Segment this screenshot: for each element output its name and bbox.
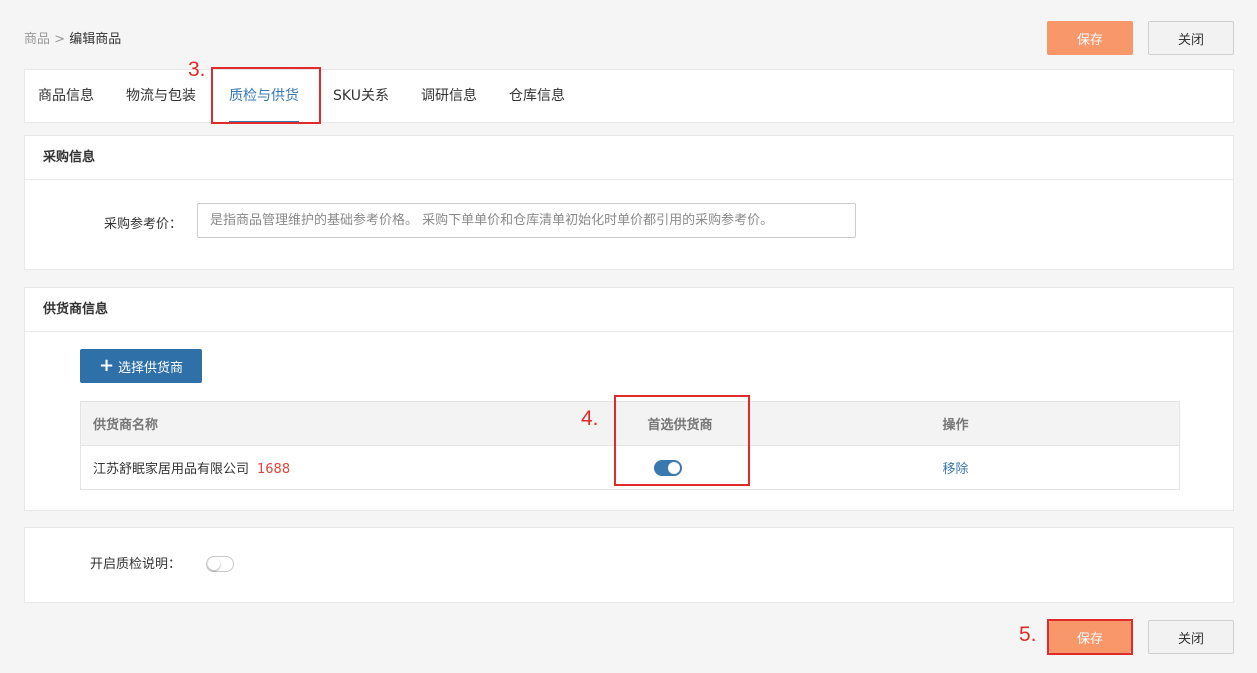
quality-inspection-toggle[interactable] [206,556,234,572]
select-supplier-label: 选择供货商 [118,360,184,376]
supplier-info-title: 供货商信息 [25,288,1233,332]
annotation-step-4: 4. [581,407,599,430]
column-actions: 操作 [930,401,1180,446]
purchase-info-title: 采购信息 [25,136,1233,180]
ref-price-input[interactable] [197,203,856,238]
column-supplier-name: 供货商名称 [80,401,636,446]
breadcrumb-parent[interactable]: 商品 [24,32,50,47]
remove-supplier-link[interactable]: 移除 [943,462,969,477]
action-cell: 移除 [930,445,1180,490]
tab-logistics-packaging[interactable]: 物流与包装 [126,70,196,123]
annotation-box-save [1047,619,1133,655]
supplier-name: 江苏舒眠家居用品有限公司 [93,462,250,477]
breadcrumb: 商品 > 编辑商品 [24,28,121,47]
plus-icon: + [98,355,115,376]
save-button-top[interactable]: 保存 [1047,21,1133,55]
annotation-box-preferred [614,395,750,486]
close-button-top[interactable]: 关闭 [1148,21,1234,55]
annotation-box-tab [211,67,321,124]
supplier-name-cell: 江苏舒眠家居用品有限公司 1688 [80,445,636,490]
ref-price-label: 采购参考价： [104,217,183,232]
quality-inspection-card: 开启质检说明： [24,527,1234,603]
tab-sku-relation[interactable]: SKU关系 [333,70,389,123]
purchase-info-card: 采购信息 采购参考价： [24,135,1234,270]
annotation-step-5: 5. [1019,623,1037,646]
tab-warehouse-info[interactable]: 仓库信息 [509,70,565,123]
breadcrumb-separator: > [54,32,66,47]
breadcrumb-current: 编辑商品 [69,32,122,47]
tab-product-info[interactable]: 商品信息 [38,70,94,123]
close-button-bottom[interactable]: 关闭 [1148,620,1234,654]
quality-inspection-label: 开启质检说明： [90,557,182,572]
select-supplier-button[interactable]: + 选择供货商 [80,349,202,383]
annotation-step-3: 3. [188,58,206,81]
supplier-source-tag: 1688 [257,462,291,477]
tab-research-info[interactable]: 调研信息 [421,70,477,123]
